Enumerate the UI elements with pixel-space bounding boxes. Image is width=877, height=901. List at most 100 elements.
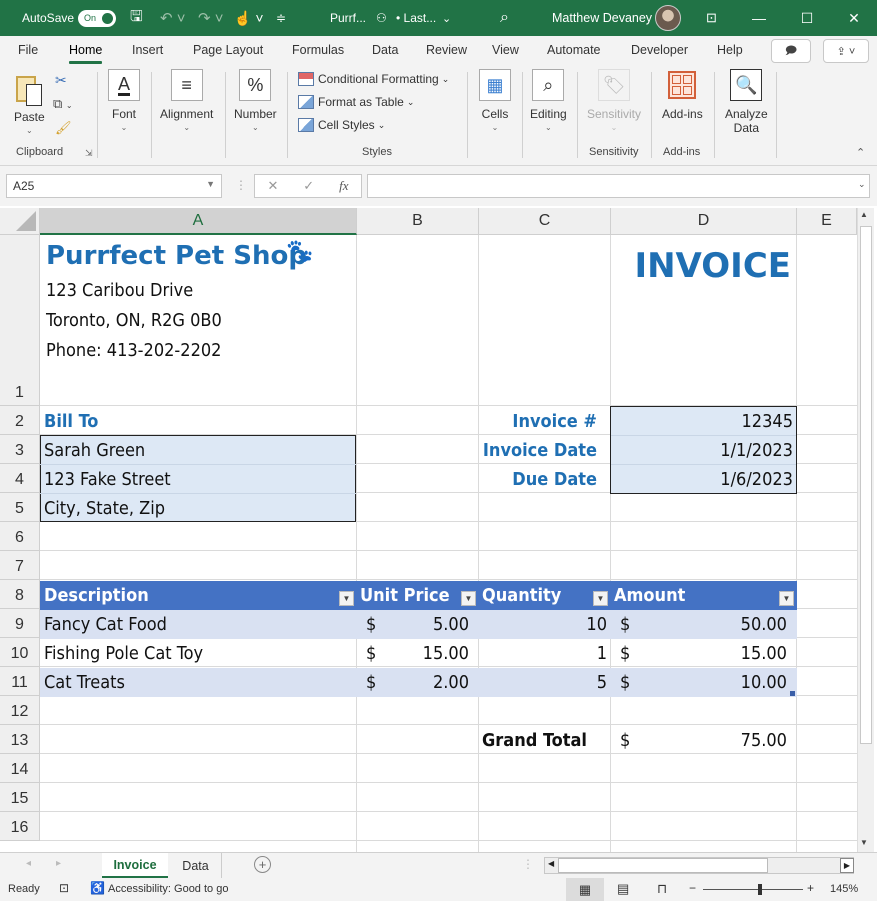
formula-input[interactable] [367,174,870,198]
select-all-button[interactable] [0,208,40,235]
invoice-date-label[interactable]: Invoice Date [479,436,597,465]
avatar[interactable] [655,5,681,31]
scroll-down-icon[interactable]: ▼ [860,838,868,847]
cells-button[interactable]: ▦ Cells ⌄ [479,69,511,132]
item-description[interactable]: Fancy Cat Food [44,610,167,639]
row-header[interactable]: 15 [0,783,40,812]
row-header[interactable]: 6 [0,522,40,551]
item-unit-price[interactable]: 2.00 [357,668,469,697]
column-header-d[interactable]: D [611,208,797,235]
normal-view-icon[interactable]: ▦ [566,878,604,901]
name-box-dropdown-icon[interactable]: ▼ [206,179,215,189]
grand-total-label[interactable]: Grand Total [482,726,587,755]
redo-icon[interactable]: ↷ ˅ [198,0,224,36]
item-amount[interactable]: 50.00 [611,610,787,639]
comments-button[interactable]: 🗩 [771,39,811,63]
dialog-launcher-icon[interactable]: ⇲ [85,148,93,159]
sheet-tab-invoice[interactable]: Invoice [102,853,168,878]
enter-icon[interactable]: ✓ [303,178,314,194]
row-header[interactable]: 2 [0,406,40,435]
chevron-down-icon[interactable]: ⌄ [442,0,451,36]
tab-automate[interactable]: Automate [547,43,601,57]
item-unit-price[interactable]: 5.00 [357,610,469,639]
next-sheet-icon[interactable]: ▸ [56,858,61,869]
zoom-in-icon[interactable]: + [807,881,814,895]
add-sheet-icon[interactable]: + [254,856,271,873]
search-icon[interactable]: ⌕ [500,0,509,36]
maximize-icon[interactable]: ☐ [784,0,830,36]
user-name[interactable]: Matthew Devaney [552,0,652,36]
invoice-title[interactable]: INVOICE [611,246,791,286]
paste-button[interactable]: Paste ⌄ [14,72,45,135]
filter-dropdown-icon[interactable]: ▼ [461,591,476,606]
sensitivity-button[interactable]: 🏷 Sensitivity ⌄ [587,69,641,132]
item-description[interactable]: Fishing Pole Cat Toy [44,639,203,668]
format-painter-icon[interactable]: 🖌 [55,120,72,136]
row-header[interactable]: 8 [0,580,40,609]
item-amount[interactable]: 15.00 [611,639,787,668]
row-header[interactable]: 1 [0,235,40,406]
row-header[interactable]: 16 [0,812,40,841]
tab-file[interactable]: File [18,43,38,57]
column-header-b[interactable]: B [357,208,479,235]
invoice-date[interactable]: 1/1/2023 [611,436,793,465]
header-description[interactable]: Description [44,581,149,610]
insert-function-icon[interactable]: fx [339,178,348,194]
zoom-level[interactable]: 145% [830,883,858,895]
vertical-scrollbar[interactable]: ▲ ▼ [857,208,874,852]
tab-developer[interactable]: Developer [631,43,688,57]
header-unit-price[interactable]: Unit Price [360,581,450,610]
save-icon[interactable]: 🖫 [130,0,143,36]
format-as-table-button[interactable]: Format as Table ⌄ [298,95,414,109]
collapse-ribbon-icon[interactable]: ⌃ [856,146,865,159]
minimize-icon[interactable]: — [736,0,782,36]
due-date[interactable]: 1/6/2023 [611,465,793,494]
copy-icon[interactable]: ⧉ ⌄ [53,96,73,112]
invoice-number-label[interactable]: Invoice # [479,407,597,436]
accessibility-status[interactable]: Accessibility: Good to go [108,883,228,895]
share-button[interactable]: ⇪ ˅ [823,39,869,63]
undo-icon[interactable]: ↶ ˅ [160,0,186,36]
tab-page-layout[interactable]: Page Layout [193,43,263,57]
row-header[interactable]: 11 [0,667,40,696]
cell-styles-button[interactable]: Cell Styles ⌄ [298,118,385,132]
scroll-up-icon[interactable]: ▲ [860,210,868,219]
zoom-out-icon[interactable]: − [689,881,696,895]
analyze-data-button[interactable]: 🔍 Analyze Data [725,69,768,135]
sheet-tab-data[interactable]: Data [170,853,222,878]
row-header[interactable]: 12 [0,696,40,725]
touch-mode-icon[interactable]: ☝ ˅ [234,0,264,36]
bill-to-street[interactable]: 123 Fake Street [44,465,171,494]
row-header[interactable]: 9 [0,609,40,638]
bill-to-city[interactable]: City, State, Zip [44,494,165,523]
horizontal-scroll-thumb[interactable] [558,858,768,873]
alignment-button[interactable]: ≡ Alignment ⌄ [160,69,213,132]
grand-total-value[interactable]: 75.00 [611,726,787,755]
ribbon-display-icon[interactable]: ⊡ [706,0,717,36]
horizontal-scrollbar[interactable]: ◀ [544,857,854,874]
expand-formula-bar-icon[interactable]: ⌄ [858,179,866,190]
tab-insert[interactable]: Insert [132,43,163,57]
macro-recording-icon[interactable]: ⊡ [59,881,69,895]
scroll-right-icon[interactable]: ▶ [840,858,854,873]
company-address-2[interactable]: Toronto, ON, R2G 0B0 [46,310,222,331]
scroll-left-icon[interactable]: ◀ [548,859,554,868]
customize-toolbar-icon[interactable]: ≑ [276,0,286,36]
header-quantity[interactable]: Quantity [482,581,561,610]
save-status[interactable]: • Last... [396,0,436,36]
row-header[interactable]: 13 [0,725,40,754]
prev-sheet-icon[interactable]: ◂ [26,858,31,869]
row-header[interactable]: 10 [0,638,40,667]
file-name[interactable]: Purrf... [330,0,366,36]
filter-dropdown-icon[interactable]: ▼ [339,591,354,606]
invoice-number[interactable]: 12345 [611,407,793,436]
header-amount[interactable]: Amount [614,581,685,610]
bill-to-label[interactable]: Bill To [44,407,98,436]
tab-home[interactable]: Home [69,43,103,64]
tab-data[interactable]: Data [372,43,398,57]
column-header-e[interactable]: E [797,208,857,235]
filter-dropdown-icon[interactable]: ▼ [779,591,794,606]
tab-review[interactable]: Review [426,43,467,57]
row-header[interactable]: 4 [0,464,40,493]
due-date-label[interactable]: Due Date [479,465,597,494]
